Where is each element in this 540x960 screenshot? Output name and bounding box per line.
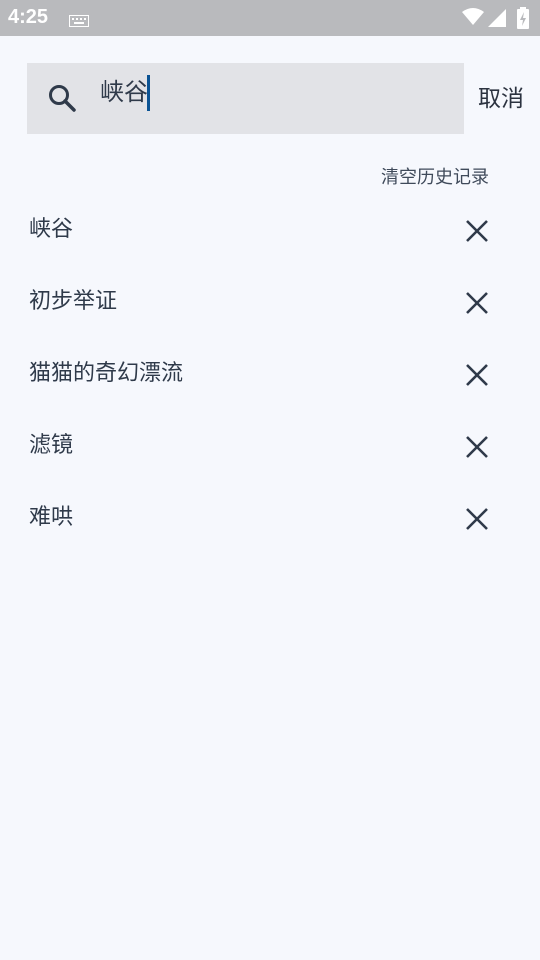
close-icon[interactable] xyxy=(465,219,489,247)
history-item-label[interactable]: 初步举证 xyxy=(29,286,117,318)
history-item-label[interactable]: 猫猫的奇幻漂流 xyxy=(29,358,183,390)
signal-icon xyxy=(488,9,506,31)
keyboard-icon xyxy=(69,12,89,31)
history-item-label[interactable]: 滤镜 xyxy=(29,430,73,462)
close-icon[interactable] xyxy=(465,291,489,319)
history-item-label[interactable]: 峡谷 xyxy=(29,214,73,246)
clear-history-button[interactable]: 清空历史记录 xyxy=(381,164,489,192)
search-input[interactable]: 峡谷 xyxy=(100,75,148,109)
history-item-label[interactable]: 难哄 xyxy=(29,502,73,534)
wifi-icon xyxy=(462,8,484,30)
history-item[interactable]: 初步举证 xyxy=(0,266,540,338)
search-icon[interactable] xyxy=(47,83,77,117)
cancel-button[interactable]: 取消 xyxy=(478,82,524,116)
close-icon[interactable] xyxy=(465,435,489,463)
history-item[interactable]: 难哄 xyxy=(0,482,540,554)
history-item[interactable]: 滤镜 xyxy=(0,410,540,482)
battery-icon xyxy=(517,7,529,33)
close-icon[interactable] xyxy=(465,363,489,391)
status-time: 4:25 xyxy=(8,6,49,28)
search-history-list: 峡谷 初步举证 猫猫的奇幻漂流 滤镜 难哄 xyxy=(0,194,540,554)
text-caret xyxy=(147,75,150,111)
status-bar: 4:25 xyxy=(0,0,540,36)
close-icon[interactable] xyxy=(465,507,489,535)
history-item[interactable]: 猫猫的奇幻漂流 xyxy=(0,338,540,410)
search-box[interactable]: 峡谷 xyxy=(27,63,464,134)
history-item[interactable]: 峡谷 xyxy=(0,194,540,266)
